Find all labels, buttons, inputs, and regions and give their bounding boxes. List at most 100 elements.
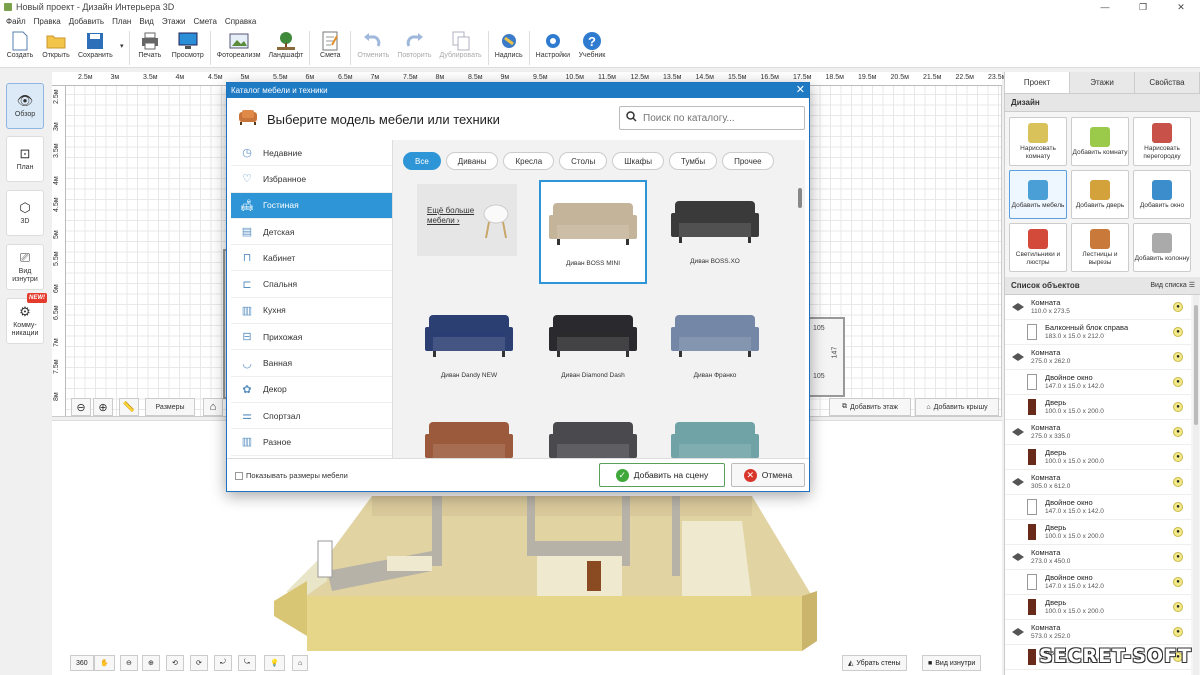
category-item[interactable]: ⚌ Спортзал: [231, 403, 392, 430]
category-item[interactable]: ◡ Ванная: [231, 350, 392, 377]
object-list-item[interactable]: Дверь 100.0 x 15.0 x 200.0 ●: [1005, 395, 1191, 420]
design-button-7[interactable]: Лестницы и вырезы: [1071, 223, 1129, 272]
print-button[interactable]: Печать: [132, 28, 168, 59]
furniture-card[interactable]: Диван Diamond Dash: [539, 294, 647, 398]
dimensions-button[interactable]: Размеры: [145, 398, 195, 416]
ruler-button[interactable]: 📏: [119, 398, 139, 416]
catalog-scrollbar[interactable]: [797, 180, 803, 455]
visibility-eye-icon[interactable]: ●: [1173, 427, 1183, 437]
furniture-card[interactable]: Диван Франко: [661, 294, 769, 398]
catalog-search-input[interactable]: [643, 112, 793, 124]
zoom-out-button[interactable]: ⊖: [71, 398, 91, 416]
object-list-item[interactable]: Комната 273.0 x 450.0 ●: [1005, 545, 1191, 570]
home-3d-button[interactable]: ⌂: [292, 655, 309, 671]
menu-help[interactable]: Справка: [225, 17, 256, 26]
view-plan-button[interactable]: ⊡ План: [6, 136, 44, 182]
cancel-button[interactable]: ✕ Отмена: [731, 463, 805, 487]
filter-chip[interactable]: Диваны: [445, 152, 499, 170]
visibility-eye-icon[interactable]: ●: [1173, 552, 1183, 562]
home-plan-button[interactable]: ⌂: [203, 398, 223, 416]
tab-floors[interactable]: Этажи: [1070, 72, 1135, 93]
minimize-button[interactable]: —: [1086, 0, 1124, 14]
add-roof-button[interactable]: ⌂ Добавить крышу: [915, 398, 999, 416]
filter-chip[interactable]: Все: [403, 152, 441, 170]
save-button[interactable]: Сохранить: [74, 28, 117, 59]
rotate-left-button[interactable]: ⟲: [166, 655, 184, 671]
scrollbar-thumb[interactable]: [798, 188, 802, 208]
furniture-card[interactable]: Диван BOSS.XO: [661, 180, 769, 284]
menu-plan[interactable]: План: [112, 17, 131, 26]
inside-view-3d-button[interactable]: ■ Вид изнутри: [922, 655, 982, 671]
object-list-scrollbar[interactable]: [1193, 295, 1199, 675]
photorealism-button[interactable]: Фотореализм: [213, 28, 265, 59]
text-label-button[interactable]: Надпись: [491, 28, 527, 59]
show-sizes-checkbox[interactable]: Показывать размеры мебели: [235, 471, 348, 480]
zoom-in-button[interactable]: ⊕: [93, 398, 113, 416]
catalog-search-box[interactable]: [619, 106, 805, 130]
furniture-card[interactable]: Диван BOSS MINI: [539, 180, 647, 284]
open-button[interactable]: Открыть: [38, 28, 74, 59]
category-item[interactable]: 🛋 Гостиная: [231, 192, 392, 219]
tutorial-button[interactable]: ? Учебник: [574, 28, 610, 59]
tilt-down-button[interactable]: ⤿: [238, 655, 256, 671]
furniture-card[interactable]: [415, 408, 523, 458]
visibility-eye-icon[interactable]: ●: [1173, 502, 1183, 512]
hide-walls-button[interactable]: ◭ Убрать стены: [842, 655, 907, 671]
category-item[interactable]: ✿ Декор: [231, 377, 392, 403]
view-inside-button[interactable]: ⎚ Вид изнутри: [6, 244, 44, 290]
visibility-eye-icon[interactable]: ●: [1173, 452, 1183, 462]
view-3d-button[interactable]: ⬡ 3D: [6, 190, 44, 236]
furniture-card[interactable]: [661, 408, 769, 458]
menu-floors[interactable]: Этажи: [162, 17, 186, 26]
filter-chip[interactable]: Шкафы: [612, 152, 664, 170]
add-floor-button[interactable]: ⧉ Добавить этаж: [829, 398, 911, 416]
visibility-eye-icon[interactable]: ●: [1173, 627, 1183, 637]
category-item[interactable]: ◷ Недавние: [231, 140, 392, 167]
menu-view[interactable]: Вид: [139, 17, 153, 26]
filter-chip[interactable]: Столы: [559, 152, 608, 170]
menu-add[interactable]: Добавить: [69, 17, 104, 26]
estimate-button[interactable]: Смета: [312, 28, 348, 59]
filter-chip[interactable]: Кресла: [503, 152, 555, 170]
category-item[interactable]: ▤ Детская: [231, 219, 392, 246]
design-button-3[interactable]: Добавить мебель: [1009, 170, 1067, 219]
object-list-item[interactable]: Двойное окно 147.0 x 15.0 x 142.0 ●: [1005, 495, 1191, 520]
checkbox-box[interactable]: [235, 471, 243, 480]
menu-file[interactable]: Файл: [6, 17, 26, 26]
design-button-6[interactable]: Светильники и люстры: [1009, 223, 1067, 272]
category-item[interactable]: ⊟ Прихожая: [231, 324, 392, 351]
design-button-8[interactable]: Добавить колонну: [1133, 223, 1191, 272]
filter-chip[interactable]: Тумбы: [669, 152, 718, 170]
new-button[interactable]: Создать: [2, 28, 38, 59]
object-list-item[interactable]: Двойное окно 147.0 x 15.0 x 142.0 ●: [1005, 370, 1191, 395]
category-item[interactable]: ⊓ Кабинет: [231, 245, 392, 272]
preview-button[interactable]: Просмотр: [168, 28, 208, 59]
furniture-card[interactable]: [539, 408, 647, 458]
category-item[interactable]: ♡ Избранное: [231, 166, 392, 193]
rotate-right-button[interactable]: ⟳: [190, 655, 208, 671]
zoom-out-3d-button[interactable]: ⊖: [120, 655, 138, 671]
add-to-scene-button[interactable]: ✓ Добавить на сцену: [599, 463, 725, 487]
design-button-1[interactable]: Добавить комнату: [1071, 117, 1129, 166]
object-list-item[interactable]: Дверь 100.0 x 15.0 x 200.0 ●: [1005, 520, 1191, 545]
visibility-eye-icon[interactable]: ●: [1173, 302, 1183, 312]
design-button-4[interactable]: Добавить дверь: [1071, 170, 1129, 219]
object-list-item[interactable]: Двойное окно 147.0 x 15.0 x 142.0 ●: [1005, 570, 1191, 595]
visibility-eye-icon[interactable]: ●: [1173, 377, 1183, 387]
landscape-button[interactable]: Ландшафт: [265, 28, 308, 59]
zoom-in-3d-button[interactable]: ⊕: [142, 655, 160, 671]
promo-more-furniture-card[interactable]: Ещё больше мебели ›: [413, 180, 521, 284]
object-list-item[interactable]: Комната 573.0 x 252.0 ●: [1005, 620, 1191, 645]
furniture-card[interactable]: Диван Dandy NEW: [415, 294, 523, 398]
maximize-button[interactable]: ❐: [1124, 0, 1162, 14]
visibility-eye-icon[interactable]: ●: [1173, 352, 1183, 362]
object-list-item[interactable]: Дверь 100.0 x 15.0 x 200.0 ●: [1005, 595, 1191, 620]
list-view-toggle[interactable]: Вид списка ☰: [1150, 281, 1195, 290]
visibility-eye-icon[interactable]: ●: [1173, 602, 1183, 612]
design-button-5[interactable]: Добавить окно: [1133, 170, 1191, 219]
pan-hand-button[interactable]: ✋: [94, 655, 115, 671]
category-item[interactable]: ▥ Разное: [231, 429, 392, 456]
visibility-eye-icon[interactable]: ●: [1173, 527, 1183, 537]
close-window-button[interactable]: ✕: [1162, 0, 1200, 14]
design-button-2[interactable]: Нарисовать перегородку: [1133, 117, 1191, 166]
